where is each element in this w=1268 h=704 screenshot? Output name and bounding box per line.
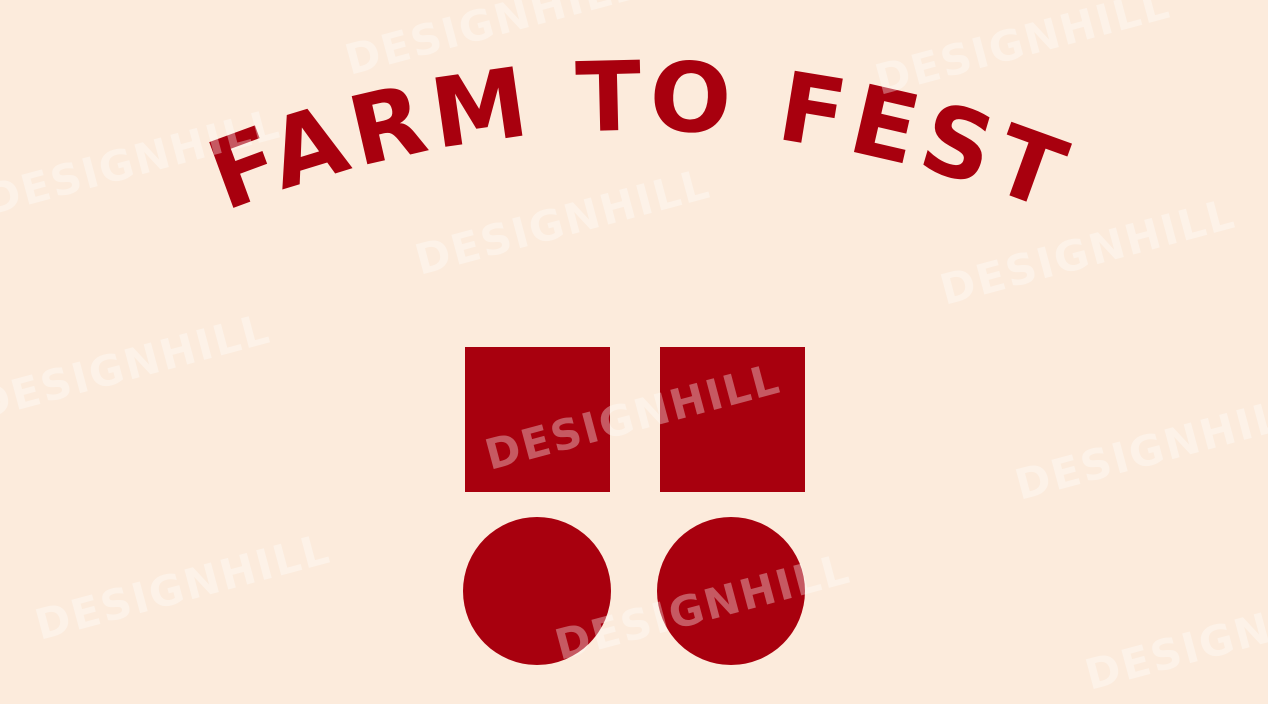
- watermark-text: DESIGNHILL: [1010, 384, 1268, 510]
- watermark-text: DESIGNHILL: [0, 304, 276, 430]
- watermark-text: DESIGNHILL: [1080, 574, 1268, 700]
- watermark-text: DESIGNHILL: [870, 0, 1176, 105]
- watermark-text: DESIGNHILL: [410, 159, 716, 285]
- watermark-text: DESIGNHILL: [30, 524, 336, 650]
- logo-canvas: FARM TO FEST DESIGNHILL DESIGNHILL DESIG…: [0, 0, 1268, 700]
